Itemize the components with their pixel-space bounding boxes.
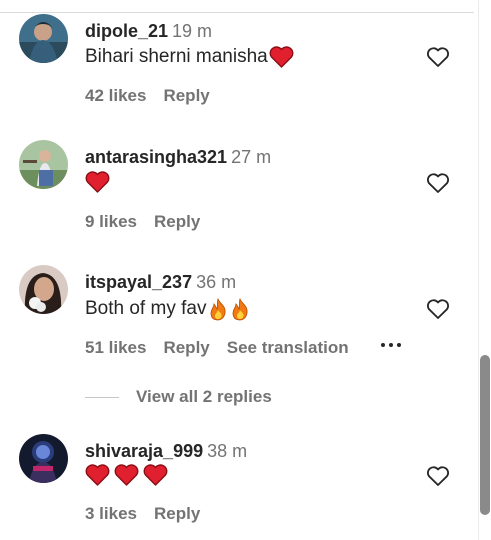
comment-text: Bihari sherni manisha (85, 45, 294, 69)
likes-count[interactable]: 42 likes (85, 86, 146, 106)
comment-meta: 42 likes Reply (85, 86, 210, 106)
comment-text-body: Bihari sherni manisha (85, 46, 268, 67)
reply-button[interactable]: Reply (163, 86, 209, 106)
view-replies-label[interactable]: View all 2 replies (136, 387, 272, 407)
timestamp[interactable]: 27 m (231, 147, 271, 167)
avatar[interactable] (19, 434, 68, 483)
username-link[interactable]: antarasingha321 (85, 147, 227, 167)
timestamp[interactable]: 19 m (172, 21, 212, 41)
likes-count[interactable]: 9 likes (85, 212, 137, 232)
comments-panel: dipole_21 19 m Bihari sherni manisha 42 l… (0, 0, 491, 540)
comment-meta: 9 likes Reply (85, 212, 200, 232)
username-link[interactable]: itspayal_237 (85, 272, 192, 292)
username-link[interactable]: shivaraja_999 (85, 441, 203, 461)
dot (381, 343, 385, 347)
red-heart-emoji (143, 464, 168, 486)
red-heart-emoji (269, 46, 294, 68)
avatar[interactable] (19, 140, 68, 189)
more-options-icon[interactable] (381, 343, 401, 347)
heart-outline-icon[interactable] (426, 465, 450, 487)
replies-divider (85, 396, 119, 398)
red-heart-emoji (114, 464, 139, 486)
heart-outline-icon[interactable] (426, 298, 450, 320)
comment-header: itspayal_237 36 m (85, 271, 236, 293)
avatar[interactable] (19, 14, 68, 63)
fire-emoji (233, 297, 248, 320)
dot (397, 343, 401, 347)
scrollbar-thumb[interactable] (480, 355, 490, 515)
avatar[interactable] (19, 265, 68, 314)
heart-outline-icon[interactable] (426, 172, 450, 194)
reply-button[interactable]: Reply (163, 338, 209, 358)
comment-text: Both of my fav (85, 297, 250, 321)
view-replies-toggle[interactable]: View all 2 replies (85, 387, 272, 407)
comment-header: dipole_21 19 m (85, 20, 212, 42)
comment-meta: 3 likes Reply (85, 504, 200, 524)
timestamp[interactable]: 36 m (196, 272, 236, 292)
red-heart-emoji (85, 171, 110, 193)
reply-button[interactable]: Reply (154, 504, 200, 524)
comment-meta: 51 likes Reply See translation (85, 338, 349, 358)
heart-outline-icon[interactable] (426, 46, 450, 68)
top-divider (0, 12, 474, 13)
comment-header: shivaraja_999 38 m (85, 440, 247, 462)
red-heart-emoji (85, 464, 110, 486)
comment-header: antarasingha321 27 m (85, 146, 271, 168)
comment-text (85, 464, 168, 486)
comment-text (85, 171, 110, 193)
username-link[interactable]: dipole_21 (85, 21, 168, 41)
see-translation-button[interactable]: See translation (227, 338, 349, 358)
reply-button[interactable]: Reply (154, 212, 200, 232)
dot (389, 343, 393, 347)
likes-count[interactable]: 3 likes (85, 504, 137, 524)
fire-emoji (211, 297, 226, 320)
timestamp[interactable]: 38 m (207, 441, 247, 461)
comment-text-body: Both of my fav (85, 298, 207, 319)
likes-count[interactable]: 51 likes (85, 338, 146, 358)
